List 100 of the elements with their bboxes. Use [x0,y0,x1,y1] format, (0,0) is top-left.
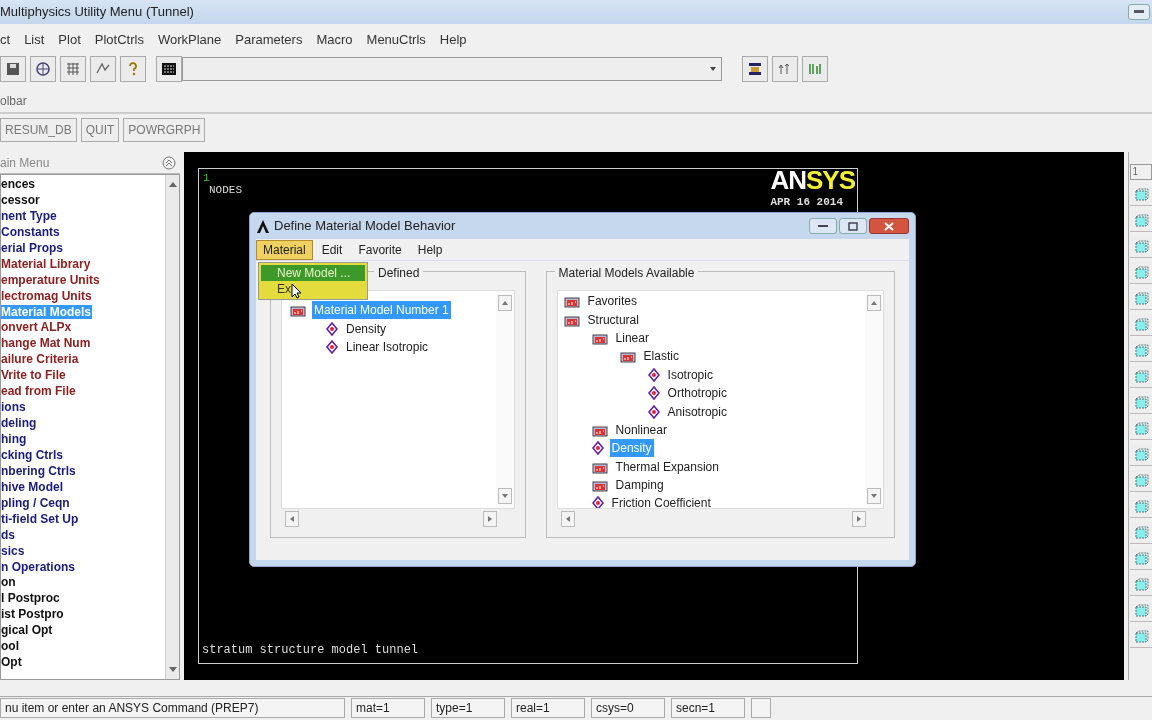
tree-item[interactable]: hange Mat Num [1,336,92,351]
menu-item[interactable]: Edit [314,239,350,260]
tree-item[interactable]: emperature Units [1,272,101,287]
scroll-up-button[interactable] [867,295,881,311]
tree-item[interactable]: hing [1,432,28,446]
sketch-button[interactable] [90,56,116,82]
scroll-left-button[interactable] [560,511,575,527]
tree-item[interactable]: Linear [613,328,651,347]
tree-item[interactable]: ead from File [1,384,77,399]
tree-item[interactable]: cessor [1,192,41,207]
tree-item[interactable]: Opt [1,655,23,670]
scroll-down-arrow-icon [501,493,508,499]
cube-icon [1132,264,1149,281]
help-button[interactable] [120,56,146,82]
scroll-up-icon[interactable] [168,181,177,187]
tree-item[interactable]: nent Type [1,208,58,223]
logo: ANSYS [770,169,855,191]
cube-icon [1132,628,1149,645]
menu-item[interactable]: Help [432,30,474,50]
toolbar-button[interactable]: RESUM_DB [0,118,77,142]
tree-item[interactable]: Vrite to File [1,368,67,383]
tree-item[interactable]: Density [344,319,388,338]
tree-item[interactable]: Material Library [1,256,92,271]
tree-item[interactable]: Thermal Expansion [613,457,721,476]
tree-item[interactable]: Friction Coefficient [609,494,713,508]
close-button[interactable] [869,218,909,234]
cube-icon [1132,368,1149,385]
scrollbar[interactable] [865,291,883,508]
tree-item[interactable]: pling / Ceqn [1,495,71,510]
tree-item[interactable]: Favorites [585,292,639,311]
scroll-right-button[interactable] [852,511,866,527]
menu-item[interactable]: Macro [309,30,360,50]
window-selector[interactable]: 1 [1129,164,1152,180]
tree-item[interactable]: Anisotropic [665,402,729,421]
maximize-button[interactable] [839,218,867,234]
toolbar-button[interactable]: POWRGRPH [123,118,206,142]
tree-item[interactable]: n Operations [1,559,76,574]
tree-item[interactable]: Isotropic [665,365,715,384]
tree-item[interactable]: Orthotropic [665,384,729,403]
tree-item[interactable]: Structural [585,310,641,329]
menu-item[interactable]: Favorite [351,239,409,260]
menu-item[interactable]: List [17,30,52,50]
minimize-button[interactable] [1128,4,1150,20]
tree-item[interactable]: nbering Ctrls [1,463,77,478]
tree-item[interactable]: deling [1,416,38,431]
save-icon [5,61,21,77]
menu-item[interactable]: MenuCtrls [359,30,433,50]
material-icon [647,404,660,419]
menu-item[interactable]: Ex [261,281,365,297]
scroll-down-arrow-icon [871,493,877,499]
collapse-icon [162,155,176,170]
menu-item[interactable]: PlotCtrls [87,30,151,50]
tree-item[interactable]: Elastic [641,347,681,366]
tree-item[interactable]: hive Model [1,479,64,494]
tree-item[interactable]: ions [1,400,27,415]
scrollbar[interactable] [165,175,179,679]
tree-item[interactable]: ailure Criteria [1,352,80,367]
menu-item[interactable]: WorkPlane [150,30,229,50]
scroll-right-button[interactable] [482,511,497,527]
scroll-down-button[interactable] [497,488,512,504]
cube-icon [1132,186,1149,203]
toolbar-button[interactable]: QUIT [80,118,120,142]
menu-item[interactable]: Material [256,239,313,260]
cube-icon [1132,524,1149,541]
tree-item[interactable]: Linear Isotropic [344,337,431,356]
tree-item[interactable]: ool [1,639,20,654]
tree-item[interactable]: lectromag Units [1,288,93,303]
minimize-button[interactable] [809,218,837,234]
globe-button[interactable] [30,56,56,82]
scroll-up-button[interactable] [497,295,512,311]
save-button[interactable] [0,56,26,82]
cube-icon [1132,446,1149,463]
maximize-icon [847,220,859,232]
menu-item[interactable]: Plot [51,30,88,50]
scroll-left-button[interactable] [285,511,299,527]
tree-item[interactable]: erial Props [1,240,65,255]
collapse-button[interactable] [162,155,176,170]
tree-item[interactable]: ist Postpro [1,607,65,622]
tree-item[interactable]: onvert ALPx [1,320,73,335]
command-field[interactable] [182,57,722,81]
tree-item[interactable]: gical Opt [1,623,54,638]
tree-item[interactable]: ti-field Set Up [1,511,80,526]
tree-item[interactable]: cking Ctrls [1,447,64,462]
tree-item[interactable]: on [1,575,17,590]
command-button[interactable] [156,56,182,82]
tree-item[interactable]: ds [1,527,16,542]
menu-item[interactable]: Parameters [228,30,310,50]
tree-item[interactable]: l Postproc [1,591,61,606]
mesh-button[interactable] [60,56,86,82]
scroll-down-icon[interactable] [168,667,177,673]
scrollbar[interactable] [495,291,514,508]
menu-item[interactable]: ct [0,30,18,50]
tree-item[interactable]: Constants [1,224,61,239]
tree-item[interactable]: Nonlinear [613,420,669,439]
tree-item[interactable]: ences [1,177,37,191]
cube-icon [1132,342,1149,359]
menu-item[interactable]: Help [410,239,450,260]
tree-item[interactable]: sics [1,543,26,558]
scroll-down-button[interactable] [867,488,881,504]
tree-item[interactable]: Damping [613,476,666,495]
